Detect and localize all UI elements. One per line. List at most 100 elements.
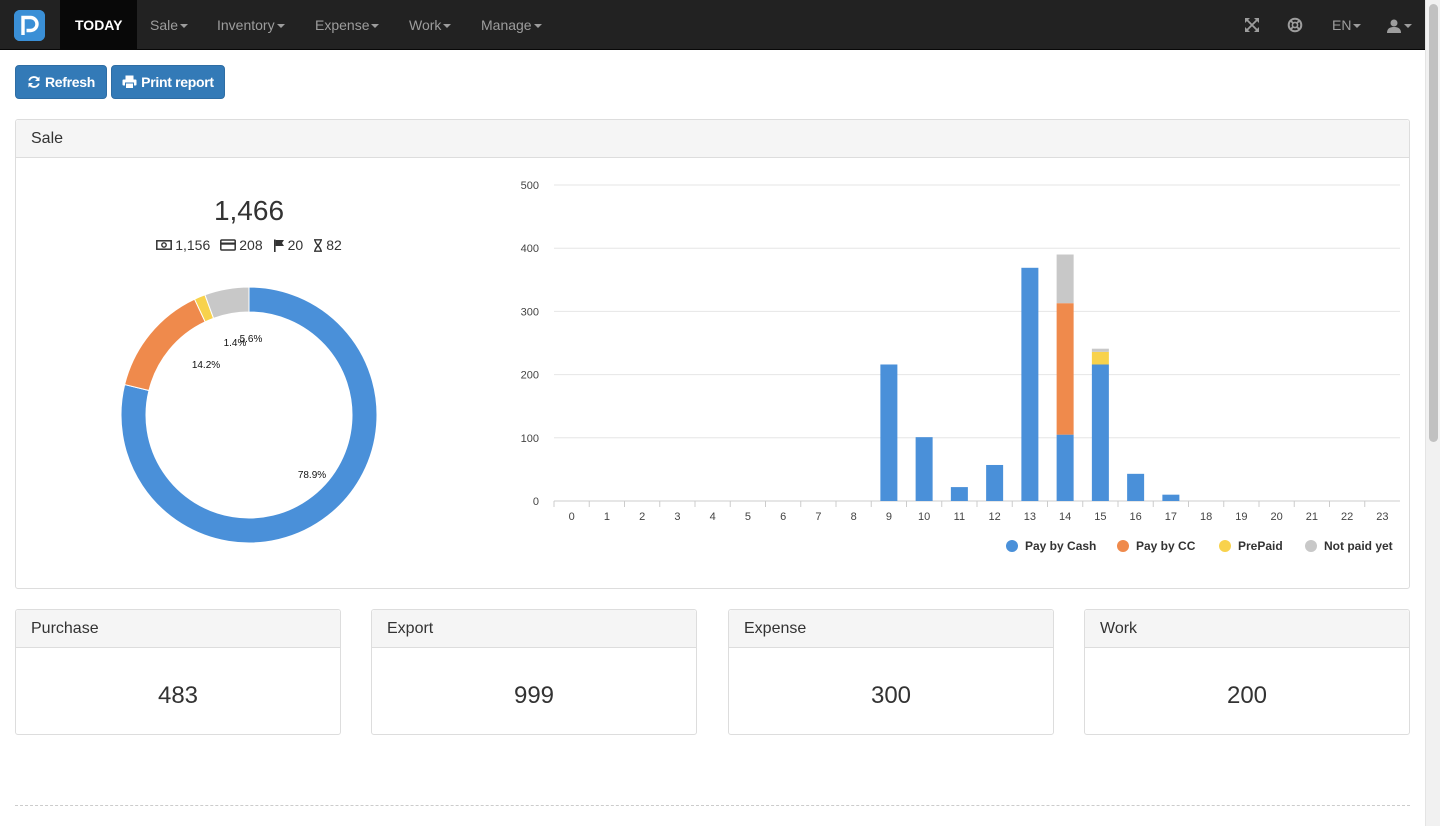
donut-slice-not-paid-yet[interactable] bbox=[204, 286, 250, 319]
print-report-button[interactable]: Print report bbox=[111, 65, 225, 99]
x-tick-label: 11 bbox=[954, 511, 965, 523]
legend-swatch bbox=[1219, 540, 1231, 552]
nav-item-expense[interactable]: Expense bbox=[300, 0, 394, 50]
fullscreen-icon[interactable] bbox=[1244, 17, 1260, 33]
x-tick-label: 10 bbox=[918, 511, 930, 523]
flag-icon bbox=[273, 239, 284, 252]
legend-item-prepaid[interactable]: PrePaid bbox=[1238, 539, 1283, 553]
work-panel-title: Work bbox=[1085, 610, 1409, 648]
printer-icon bbox=[122, 75, 137, 89]
nav-item-today[interactable]: TODAY bbox=[60, 0, 138, 50]
x-tick-label: 7 bbox=[815, 511, 821, 523]
x-tick-label: 20 bbox=[1271, 511, 1283, 523]
breakdown-prepaid: 20 bbox=[273, 237, 304, 253]
donut-slice-label: 78.9% bbox=[298, 470, 326, 481]
legend-swatch bbox=[1305, 540, 1317, 552]
x-tick-label: 0 bbox=[569, 511, 575, 523]
legend-item-not-paid-yet[interactable]: Not paid yet bbox=[1324, 539, 1393, 553]
chevron-down-icon bbox=[180, 24, 189, 29]
refresh-button[interactable]: Refresh bbox=[15, 65, 107, 99]
sale-breakdown: 1,156 208 20 82 bbox=[16, 237, 482, 253]
bar-pay-by-cash-hour-10[interactable] bbox=[915, 437, 933, 501]
x-tick-label: 22 bbox=[1341, 511, 1353, 523]
scrollbar-thumb[interactable] bbox=[1429, 4, 1438, 442]
purchase-panel: Purchase 483 bbox=[15, 609, 341, 735]
x-tick-label: 18 bbox=[1200, 511, 1212, 523]
user-menu[interactable] bbox=[1376, 0, 1422, 50]
bar-prepaid-hour-15[interactable] bbox=[1091, 351, 1109, 365]
lifebuoy-icon[interactable] bbox=[1287, 17, 1303, 33]
language-dropdown[interactable]: EN bbox=[1317, 0, 1376, 50]
nav-item-work[interactable]: Work bbox=[394, 0, 466, 50]
cash-icon bbox=[156, 240, 173, 250]
bar-pay-by-cc-hour-14[interactable] bbox=[1056, 303, 1074, 435]
hourly-sales-bar-chart: 0100200300400500 0 1 2 3 4 5 6 7 8 9 10 11 12 13 14 15 1… bbox=[521, 180, 1400, 553]
donut-slice-label: 5.6% bbox=[240, 334, 263, 345]
nav-item-label: TODAY bbox=[75, 17, 123, 33]
bar-pay-by-cash-hour-17[interactable] bbox=[1162, 494, 1180, 501]
nav-item-label: Expense bbox=[315, 17, 370, 33]
nav-item-label: Work bbox=[409, 17, 442, 33]
bar-not-paid-yet-hour-14[interactable] bbox=[1056, 254, 1074, 304]
nav-item-sale[interactable]: Sale bbox=[135, 0, 203, 50]
donut-slice-pay-by-cc[interactable] bbox=[124, 298, 206, 392]
chevron-down-icon bbox=[1353, 24, 1362, 29]
refresh-label: Refresh bbox=[44, 74, 96, 90]
payment-donut-chart: 78.9%14.2%1.4%5.6% bbox=[120, 286, 378, 544]
x-tick-label: 16 bbox=[1130, 511, 1142, 523]
breakdown-cash-value: 1,156 bbox=[175, 237, 211, 253]
language-label: EN bbox=[1332, 17, 1352, 33]
legend-item-pay-by-cash[interactable]: Pay by Cash bbox=[1025, 539, 1096, 553]
sale-panel: Sale 1,466 1,156 208 20 82 78.9% 14.2% 1… bbox=[15, 119, 1410, 589]
top-navbar: TODAY Sale Inventory Expense Work Manage EN bbox=[0, 0, 1425, 50]
bar-pay-by-cash-hour-12[interactable] bbox=[986, 464, 1004, 501]
x-tick-label: 13 bbox=[1024, 511, 1036, 523]
bar-pay-by-cash-hour-14[interactable] bbox=[1056, 434, 1074, 501]
user-icon bbox=[1387, 19, 1401, 34]
chevron-down-icon bbox=[371, 24, 380, 29]
legend-item-pay-by-cc[interactable]: Pay by CC bbox=[1136, 539, 1196, 553]
brand-p-logo-icon[interactable] bbox=[14, 10, 45, 41]
x-tick-label: 15 bbox=[1094, 511, 1106, 523]
work-panel: Work 200 bbox=[1084, 609, 1410, 735]
x-tick-label: 19 bbox=[1235, 511, 1247, 523]
bar-pay-by-cash-hour-15[interactable] bbox=[1091, 364, 1109, 501]
x-tick-label: 5 bbox=[745, 511, 751, 523]
expense-panel-title: Expense bbox=[729, 610, 1053, 648]
y-tick-label: 0 bbox=[533, 496, 539, 508]
bar-pay-by-cash-hour-13[interactable] bbox=[1021, 267, 1039, 501]
export-panel: Export 999 bbox=[371, 609, 697, 735]
print-report-label: Print report bbox=[141, 74, 214, 90]
nav-item-inventory[interactable]: Inventory bbox=[202, 0, 300, 50]
breakdown-cash: 1,156 bbox=[156, 237, 210, 253]
donut-slice-label: 14.2% bbox=[192, 360, 220, 371]
page-scrollbar[interactable] bbox=[1425, 0, 1440, 826]
legend-swatch bbox=[1006, 540, 1018, 552]
nav-item-label: Manage bbox=[481, 17, 532, 33]
breakdown-unpaid: 82 bbox=[313, 237, 342, 253]
breakdown-prepaid-value: 20 bbox=[287, 237, 304, 253]
y-tick-label: 500 bbox=[521, 180, 539, 192]
x-tick-label: 17 bbox=[1165, 511, 1177, 523]
purchase-panel-title: Purchase bbox=[16, 610, 340, 648]
bar-not-paid-yet-hour-15[interactable] bbox=[1091, 348, 1109, 352]
x-tick-label: 4 bbox=[710, 511, 716, 523]
breakdown-card: 208 bbox=[220, 237, 263, 253]
section-divider bbox=[15, 805, 1410, 806]
nav-item-manage[interactable]: Manage bbox=[466, 0, 557, 50]
bar-pay-by-cash-hour-11[interactable] bbox=[950, 487, 968, 501]
chevron-down-icon bbox=[533, 24, 542, 29]
chevron-down-icon bbox=[443, 24, 452, 29]
expense-total: 300 bbox=[870, 682, 912, 709]
x-tick-label: 1 bbox=[604, 511, 610, 523]
export-panel-title: Export bbox=[372, 610, 696, 648]
legend-swatch bbox=[1117, 540, 1129, 552]
credit-card-icon bbox=[220, 239, 237, 251]
bar-pay-by-cash-hour-9[interactable] bbox=[880, 364, 898, 501]
x-tick-label: 3 bbox=[674, 511, 680, 523]
x-tick-label: 12 bbox=[989, 511, 1001, 523]
nav-item-label: Sale bbox=[150, 17, 179, 33]
bar-pay-by-cash-hour-16[interactable] bbox=[1127, 473, 1145, 501]
export-total: 999 bbox=[513, 682, 555, 709]
y-tick-label: 300 bbox=[521, 306, 539, 318]
